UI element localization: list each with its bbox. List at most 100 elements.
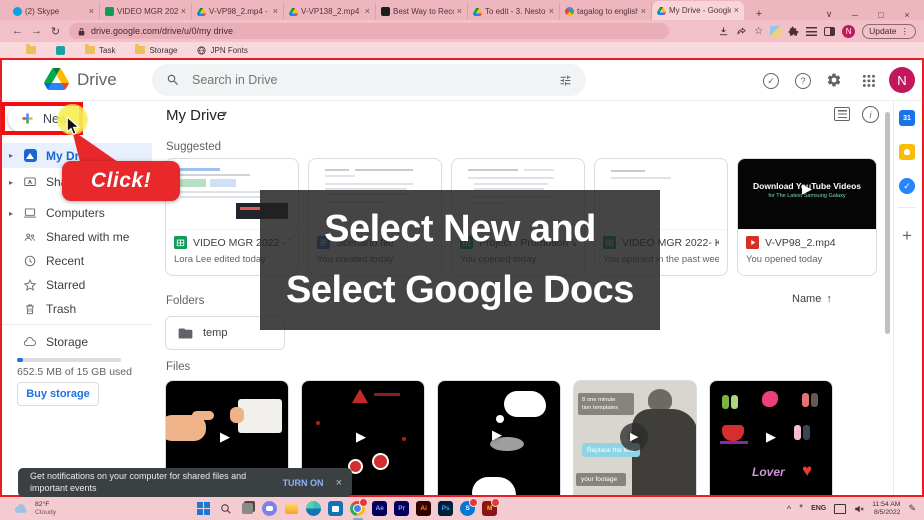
browser-profile-avatar[interactable]: N (842, 24, 856, 38)
extension-image-icon[interactable] (770, 25, 782, 37)
maximize-icon[interactable]: □ (868, 10, 894, 20)
sort-control[interactable]: Name ↑ (792, 293, 832, 305)
toast-close-icon[interactable]: × (336, 477, 342, 489)
info-icon[interactable]: i (862, 106, 879, 123)
network-icon[interactable] (834, 503, 847, 514)
chat-icon[interactable] (262, 501, 278, 516)
download-icon[interactable] (718, 26, 729, 37)
volume-icon[interactable] (854, 504, 864, 514)
title-dropdown-icon[interactable]: ▾ (222, 109, 227, 120)
search-input[interactable] (190, 72, 549, 88)
offline-status-icon[interactable]: ✓ (763, 73, 779, 89)
share-icon[interactable] (736, 26, 747, 37)
tab-close-icon[interactable]: × (89, 7, 94, 16)
help-icon[interactable]: ? (795, 73, 811, 89)
expand-caret-icon[interactable]: ▸ (4, 151, 18, 160)
language-indicator[interactable]: ENG (811, 505, 826, 512)
tray-app-icon[interactable]: * (799, 503, 803, 514)
file-explorer-icon[interactable] (284, 501, 299, 516)
chrome-icon[interactable] (350, 498, 369, 520)
expand-caret-icon[interactable]: ▸ (4, 178, 18, 187)
tab-to-edit-nestor[interactable]: To edit - 3. Nestor - G × (468, 3, 560, 20)
bookmark-app[interactable] (56, 45, 65, 55)
tab-close-icon[interactable]: × (365, 7, 370, 16)
thumb-person-head (648, 389, 672, 411)
tab-close-icon[interactable]: × (641, 7, 646, 16)
tab-close-icon[interactable]: × (734, 6, 739, 15)
sidebar-item-trash[interactable]: Trash (0, 297, 152, 321)
update-button[interactable]: Update ⋮ (862, 23, 916, 39)
edge-icon[interactable] (306, 501, 322, 516)
side-panel-icon[interactable] (824, 26, 836, 36)
photoshop-icon[interactable]: Ps (438, 501, 454, 516)
keep-icon[interactable] (899, 144, 915, 160)
tab-google-translate[interactable]: tagalog to english - G × (560, 3, 652, 20)
address-bar[interactable]: drive.google.com/drive/u/0/my drive (69, 23, 669, 39)
bookmark-star-icon[interactable]: ☆ (754, 26, 763, 37)
tab-search-icon[interactable]: ∨ (816, 9, 842, 20)
turn-on-button[interactable]: TURN ON (283, 478, 324, 488)
notification-center-icon[interactable]: ✎ (908, 503, 916, 514)
file-card-video[interactable]: 8 one minute tion templates Replace the … (573, 380, 697, 510)
search-options-icon[interactable] (559, 74, 572, 87)
sidebar-item-starred[interactable]: Starred (0, 273, 152, 297)
reload-icon[interactable]: ↻ (46, 25, 65, 38)
taskbar-weather-widget[interactable]: 82°F Cloudy (0, 501, 56, 517)
search-icon[interactable] (166, 73, 180, 87)
tab-close-icon[interactable]: × (273, 7, 278, 16)
drive-logo[interactable] (44, 68, 69, 90)
file-card-video[interactable]: ▶ (437, 380, 561, 510)
drive-profile-avatar[interactable]: N (889, 67, 915, 93)
extensions-puzzle-icon[interactable] (788, 25, 799, 37)
store-icon[interactable] (328, 501, 344, 516)
scrollbar-thumb[interactable] (885, 112, 890, 334)
after-effects-icon[interactable]: Ae (372, 501, 388, 516)
add-addons-icon[interactable]: + (899, 226, 915, 245)
minimize-icon[interactable]: ─ (842, 10, 868, 20)
tray-expand-icon[interactable]: ^ (787, 504, 791, 514)
bookmark-folder-task[interactable]: Task (85, 44, 115, 55)
back-icon[interactable]: ← (8, 25, 27, 37)
file-card-video[interactable]: Lover ♥ ▶ (709, 380, 833, 510)
more-menu-icon[interactable]: ⋮ (901, 26, 910, 37)
bookmark-jpn-fonts[interactable]: JPN Fonts (197, 46, 248, 55)
expand-caret-icon[interactable]: ▸ (4, 209, 18, 218)
thumb-caption-text: your footage (581, 476, 618, 483)
suggested-card[interactable]: Download YouTube Videos for The Latest S… (737, 158, 877, 276)
calendar-icon[interactable]: 31 (899, 110, 915, 126)
start-button[interactable] (196, 501, 211, 516)
task-view-icon[interactable] (240, 501, 255, 516)
close-window-icon[interactable]: × (894, 10, 920, 20)
tab-drive-vp98[interactable]: V-VP98_2.mp4 - Goo × (192, 3, 284, 20)
app-icon-m[interactable]: M (482, 498, 501, 516)
illustrator-icon[interactable]: Ai (416, 501, 432, 516)
tab-sheets-video-mgr[interactable]: VIDEO MGR 2022 - V × (100, 3, 192, 20)
sidebar-item-shared-with-me[interactable]: Shared with me (0, 225, 152, 249)
taskbar-search-icon[interactable] (218, 501, 233, 516)
taskbar-clock[interactable]: 11:54 AM 8/5/2022 (872, 501, 900, 517)
sidebar-item-recent[interactable]: Recent (0, 249, 152, 273)
bookmark-folder[interactable] (26, 44, 36, 54)
settings-gear-icon[interactable] (826, 72, 842, 88)
tab-my-drive-active[interactable]: My Drive - Google Dr × (652, 1, 744, 20)
tasks-icon[interactable]: ✓ (899, 178, 915, 194)
tab-skype[interactable]: (2) Skype × (8, 3, 100, 20)
sidebar-item-computers[interactable]: ▸ Computers (0, 201, 152, 225)
google-apps-grid-icon[interactable] (862, 74, 875, 87)
list-view-icon[interactable] (834, 107, 850, 121)
skype-icon[interactable]: S (460, 498, 479, 516)
tab-close-icon[interactable]: × (549, 7, 554, 16)
tab-best-way-record[interactable]: Best Way to Record L × (376, 3, 468, 20)
tab-label: tagalog to english - G (577, 7, 638, 16)
forward-icon[interactable]: → (27, 25, 46, 37)
tab-close-icon[interactable]: × (457, 7, 462, 16)
new-tab-button[interactable]: + (744, 8, 774, 20)
tab-close-icon[interactable]: × (181, 7, 186, 16)
tab-drive-vp138[interactable]: V-VP138_2.mp4 - Go × (284, 3, 376, 20)
bookmark-folder-storage[interactable]: Storage (135, 44, 177, 55)
drive-search[interactable] (152, 64, 586, 96)
sidebar-item-storage[interactable]: Storage (0, 330, 152, 354)
media-controls-icon[interactable] (806, 26, 818, 36)
premiere-icon[interactable]: Pr (394, 501, 410, 516)
buy-storage-button[interactable]: Buy storage (17, 382, 99, 406)
